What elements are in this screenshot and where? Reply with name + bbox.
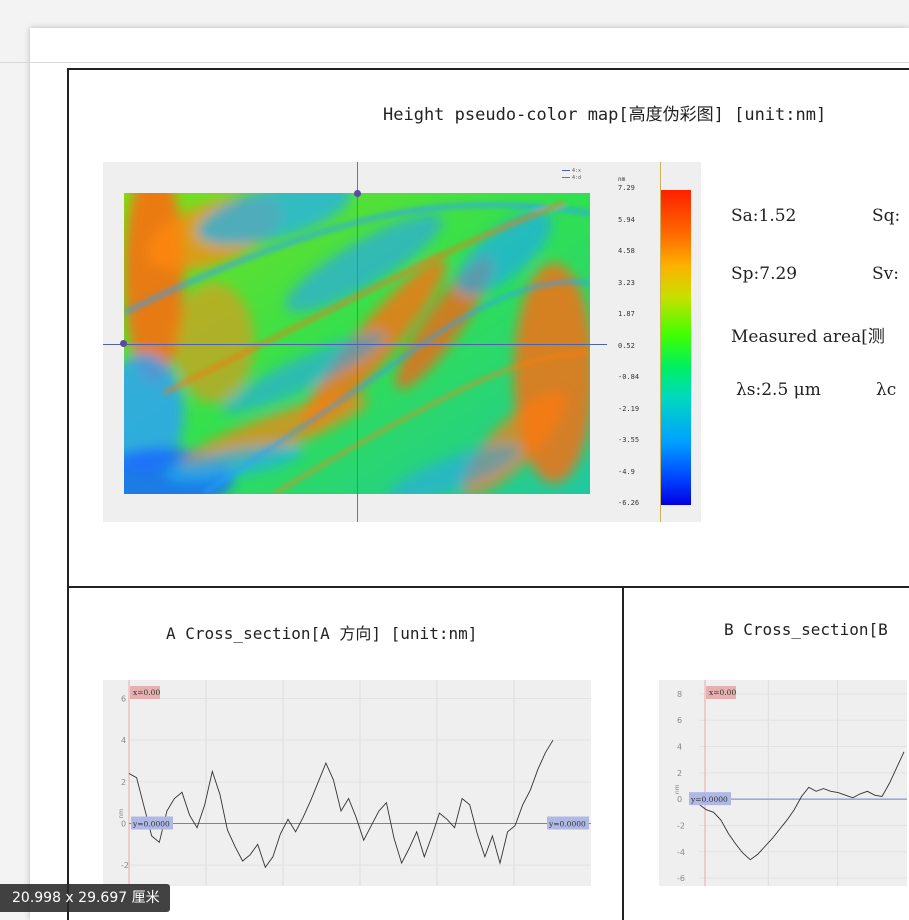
colorbar-unit: nm — [618, 176, 626, 183]
crosshair-b-handle[interactable] — [120, 340, 127, 347]
crosshair-a-handle[interactable] — [354, 190, 361, 197]
section-b-chart[interactable]: 8 6 4 2 0 -2 -4 -6 nm x=0.00 y=0.0000 — [659, 680, 907, 886]
param-sv: Sv: — [872, 264, 899, 284]
section-a-title: A Cross_section[A 方向] [unit:nm] — [166, 624, 478, 643]
section-b-title: B Cross_section[B — [724, 620, 888, 639]
colorbar — [661, 190, 691, 505]
colorbar-tick: -3.55 — [618, 436, 640, 444]
section-a-chart[interactable]: 6 4 2 0 -2 nm x=0.00 y=0.0000 y=0.0000 — [103, 680, 591, 886]
colorbar-tick: -4.9 — [618, 467, 635, 476]
colorbar-tick: 1.87 — [618, 310, 635, 318]
y-label-right: y=0.0000 — [548, 820, 586, 829]
x-label: x=0.00 — [709, 688, 736, 697]
page-size-badge: 20.998 x 29.697 厘米 — [0, 884, 170, 912]
param-lambda-c: λc — [876, 380, 897, 400]
y-tick-label: -4 — [677, 848, 685, 857]
colorbar-tick: 4.58 — [618, 247, 635, 255]
y-axis-label: nm — [674, 784, 681, 794]
y-tick-label: 4 — [121, 736, 126, 745]
param-sa: Sa:1.52 — [731, 206, 797, 226]
y-tick-label: -6 — [677, 874, 685, 883]
column-divider — [622, 588, 624, 920]
colorbar-tick: -2.19 — [618, 404, 640, 413]
chart-background — [103, 680, 591, 886]
y-tick-label: 4 — [677, 743, 682, 752]
y-axis-label: nm — [118, 809, 125, 819]
param-sq: Sq: — [872, 206, 901, 226]
y-tick-label: 2 — [677, 769, 682, 778]
y-tick-label: 2 — [121, 778, 126, 787]
y-label: y=0.0000 — [132, 820, 170, 829]
colorbar-tick: 5.94 — [618, 215, 635, 224]
chart-background — [659, 680, 907, 886]
param-sp: Sp:7.29 — [731, 264, 798, 284]
colorbar-tick: 0.52 — [618, 341, 635, 350]
y-tick-label: 0 — [121, 820, 126, 829]
y-tick-label: 6 — [121, 695, 126, 704]
y-label: y=0.0000 — [690, 795, 728, 804]
y-tick-label: 0 — [677, 795, 682, 804]
colorbar-tick: 7.29 — [618, 184, 635, 192]
ruler-line — [0, 62, 909, 63]
row-divider — [67, 586, 909, 588]
crosshair-b-line[interactable] — [103, 344, 607, 345]
param-measured-area: Measured area[测 — [731, 327, 885, 347]
y-tick-label: -2 — [121, 861, 129, 870]
height-map-title: Height pseudo-color map[高度伪彩图] [unit:nm] — [383, 105, 827, 125]
colorbar-tick: 3.23 — [618, 278, 635, 287]
y-tick-label: -2 — [677, 821, 685, 830]
y-tick-label: 8 — [677, 690, 682, 699]
colorbar-tick: -6.26 — [618, 499, 640, 507]
map-legend: 4:x 4:d — [562, 168, 581, 182]
colorbar-tick: -0.84 — [618, 373, 640, 381]
y-tick-label: 6 — [677, 716, 682, 725]
crosshair-a-line[interactable] — [357, 162, 358, 522]
param-lambda-s: λs:2.5 μm — [736, 380, 821, 400]
x-label: x=0.00 — [133, 688, 160, 697]
